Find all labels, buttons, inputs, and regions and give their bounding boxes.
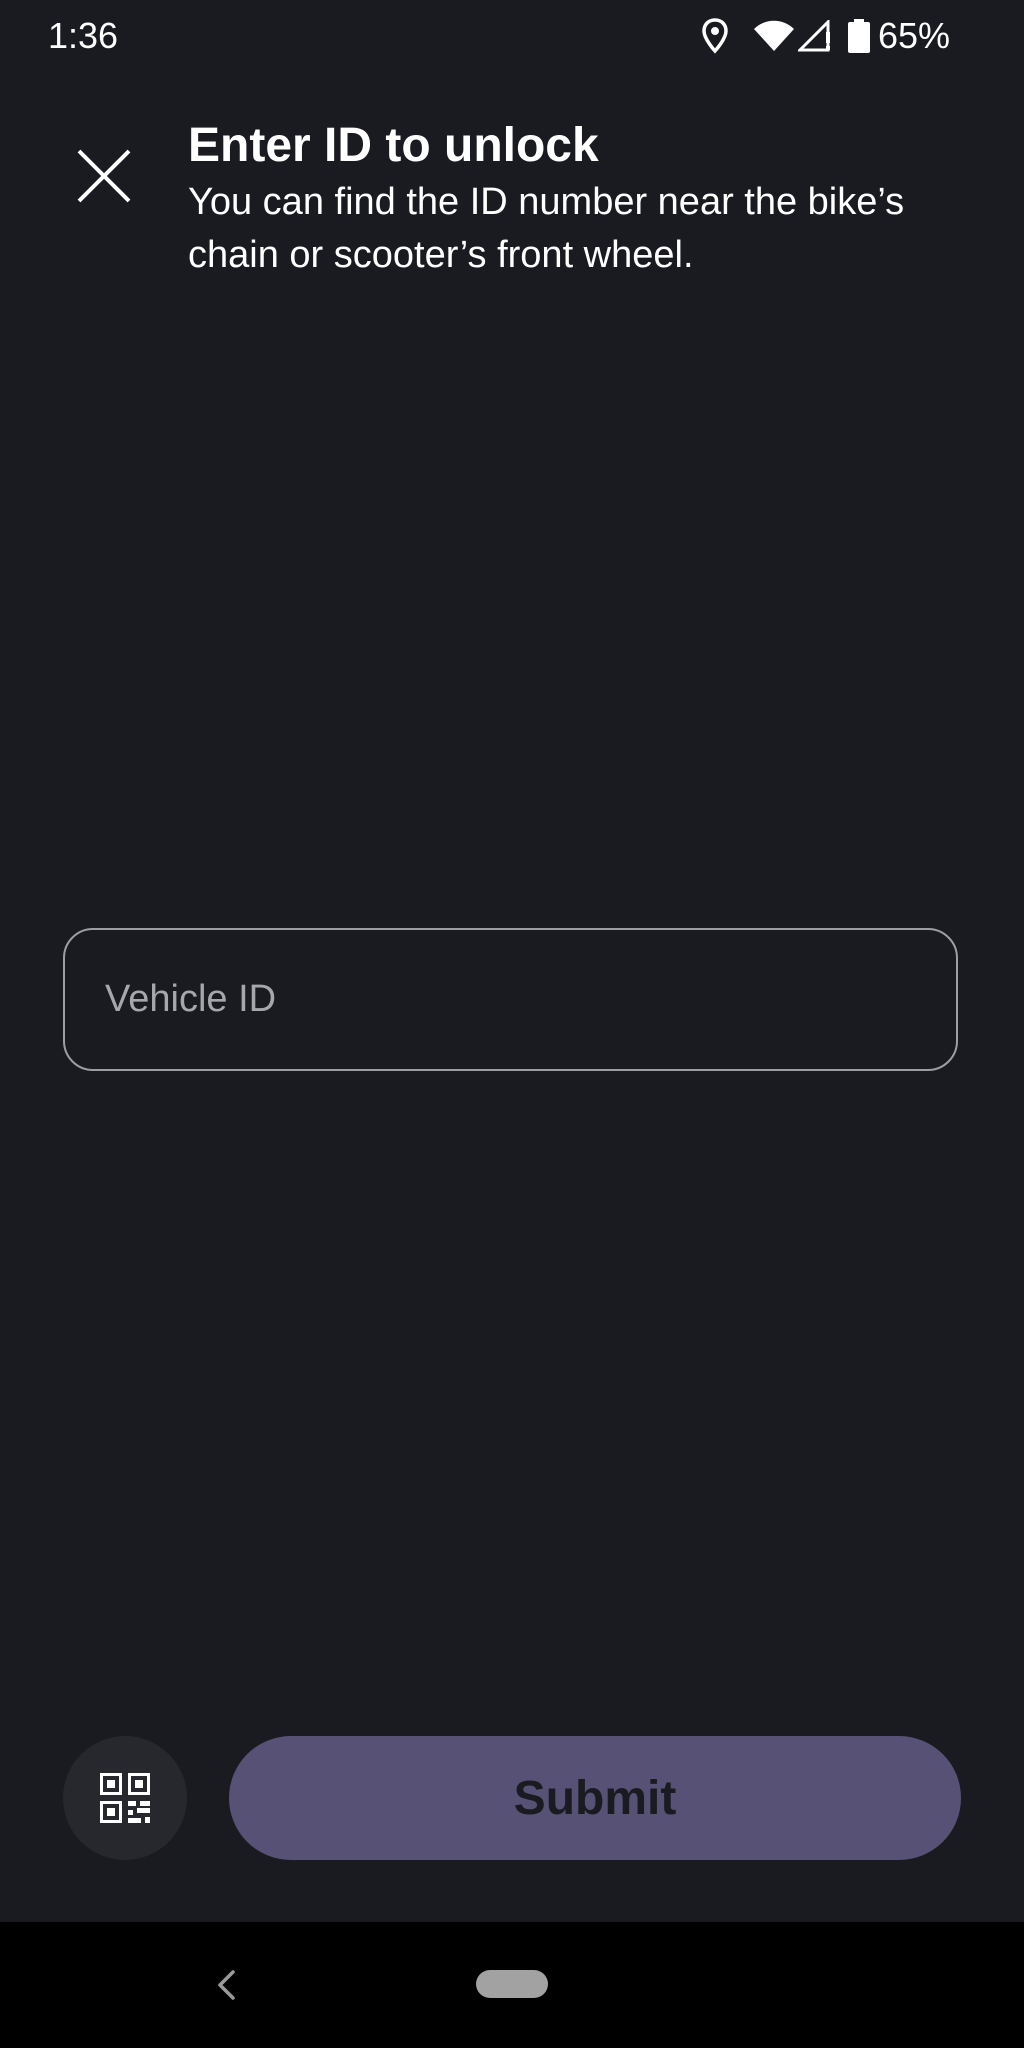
page-subtitle: You can find the ID number near the bike… <box>188 181 905 276</box>
header: Enter ID to unlock You can find the ID n… <box>188 116 988 282</box>
submit-button[interactable]: Submit <box>229 1736 961 1860</box>
system-nav-bar <box>0 1922 1024 2048</box>
status-icons: 65% <box>702 14 950 58</box>
vehicle-id-input[interactable] <box>63 928 958 1071</box>
page-title: Enter ID to unlock <box>188 119 599 172</box>
wifi-icon <box>753 20 794 52</box>
battery-icon <box>847 19 870 53</box>
back-chevron-icon <box>216 1969 236 2001</box>
home-pill[interactable] <box>476 1970 548 1998</box>
location-icon <box>702 18 728 54</box>
cell-signal-icon <box>797 20 832 52</box>
scan-qr-button[interactable] <box>63 1736 187 1860</box>
close-icon <box>76 148 132 204</box>
close-button[interactable] <box>64 136 144 216</box>
status-time: 1:36 <box>48 15 119 56</box>
status-bar: 1:36 65% <box>0 0 1024 74</box>
unlock-screen: 1:36 65% Enter ID to unlock You can find… <box>0 0 1024 2048</box>
back-button[interactable] <box>206 1962 246 2008</box>
battery-percent: 65% <box>877 15 950 56</box>
qr-code-icon <box>100 1773 150 1823</box>
